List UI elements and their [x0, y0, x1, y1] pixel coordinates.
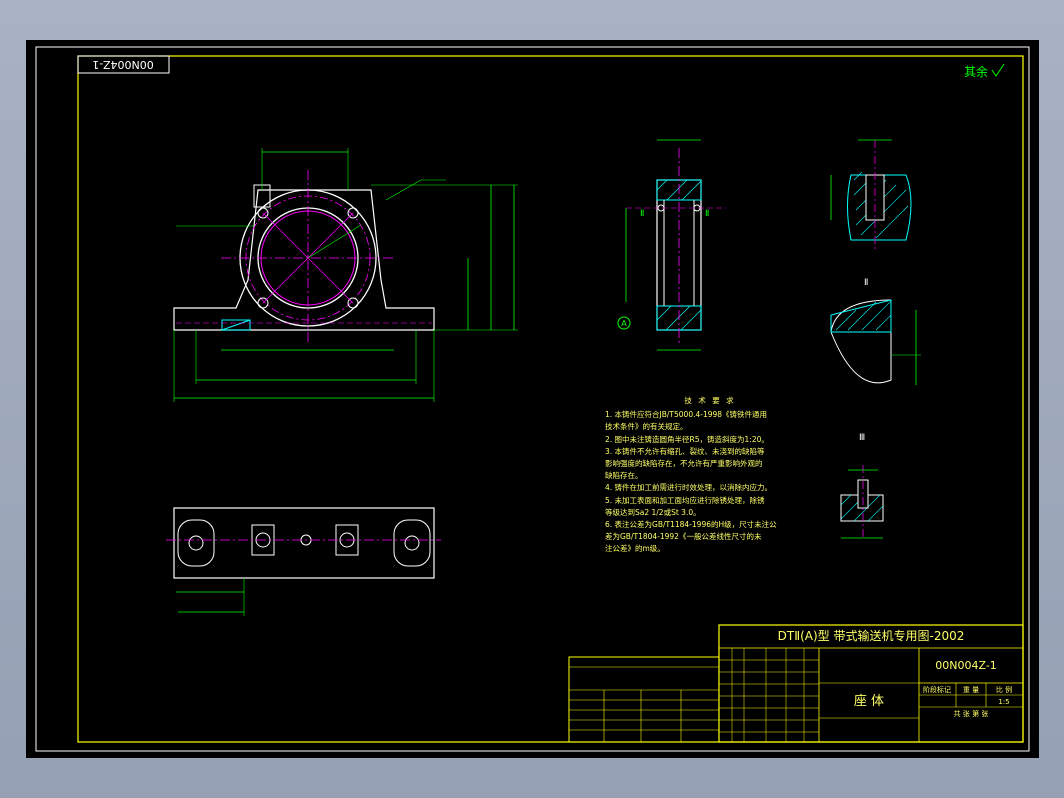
section-III-title: Ⅲ [859, 433, 865, 443]
tolerance-table [568, 656, 720, 743]
title-block: DTⅡ(A)型 带式输送机专用图-2002 00N004Z-1 座 体 阶段标记… [718, 624, 1024, 743]
roughness-symbol-icon [991, 63, 1005, 77]
requirement-line: 6. 表注公差为GB/T1184-1996的H级，尺寸未注公 [605, 520, 777, 530]
side-section: A Ⅱ Ⅱ [617, 139, 726, 351]
requirement-line: 5. 未加工表面和加工面均应进行除锈处理，除锈 [605, 495, 765, 505]
plan-outline [173, 507, 435, 579]
requirement-line: 4. 铸件在加工前需进行时效处理，以消除内应力。 [605, 483, 773, 493]
anchor-hole [188, 535, 204, 551]
sheet-outer-border [35, 46, 1030, 752]
series-title: DTⅡ(A)型 带式输送机专用图-2002 [778, 628, 965, 643]
detail-hole [865, 174, 885, 221]
section-II-title: Ⅱ [864, 278, 868, 288]
section-II-detail: Ⅱ [830, 278, 921, 385]
detail-top-right [830, 139, 912, 250]
part-name: 座 体 [854, 694, 884, 709]
weight-label: 重 量 [963, 686, 979, 694]
cad-viewport[interactable]: 00N004Z-1 其余 A Ⅱ Ⅱ Ⅱ Ⅲ DTⅡ(A)型 带式输送机专用图-… [26, 40, 1039, 758]
section-II-hatch [830, 299, 892, 333]
mirrored-drawing-no: 00N004Z-1 [92, 58, 154, 71]
plan-view [166, 507, 441, 616]
tolerance-table-border [568, 656, 720, 743]
scale-label: 比 例 [996, 685, 1012, 694]
technical-requirements-title: 技 术 要 求 [684, 396, 736, 405]
requirement-line: 注公差》的m级。 [605, 544, 665, 554]
section-mark-left: Ⅱ [640, 209, 644, 219]
hatch-line [221, 319, 251, 331]
requirement-line: 3. 本铸件不允许有缩孔、裂纹、未浇到的缺陷等 [605, 446, 765, 456]
section-II-hatch-lines [835, 300, 892, 331]
requirement-line: 2. 图中未注铸造圆角半径R5，铸造斜度为1:20。 [605, 434, 769, 444]
datum-label: A [621, 319, 627, 328]
section-mark-right: Ⅱ [705, 209, 709, 219]
technical-requirements: 技 术 要 求 1. 本铸件应符合JB/T5000.4-1998《铸铁件通用 技… [605, 395, 815, 556]
slot-right [393, 519, 431, 567]
drawing-number: 00N004Z-1 [935, 659, 997, 672]
scale-value: 1:5 [998, 698, 1009, 706]
requirement-line: 缺陷存在。 [605, 471, 643, 481]
front-view [173, 148, 518, 402]
anchor-hole [404, 535, 420, 551]
slot-left [177, 519, 215, 567]
stage-mark-label: 阶段标记 [923, 685, 951, 694]
leader-line [307, 224, 362, 259]
section-III-detail: Ⅲ [840, 433, 884, 540]
requirement-line: 差为GB/T1804-1992《一般公差线性尺寸的未 [605, 532, 762, 542]
requirement-line: 影响强度的缺陷存在，不允许有严重影响外观的 [605, 459, 763, 469]
cad-drawing: 00N004Z-1 其余 A Ⅱ Ⅱ Ⅱ Ⅲ DTⅡ(A)型 带式输送机专用图-… [35, 46, 1030, 752]
requirement-line: 等级达到Sa2 1/2或St 3.0。 [605, 507, 701, 517]
requirement-line: 技术条件》的有关规定。 [605, 422, 688, 432]
leader-line [385, 179, 422, 201]
sheet-count: 共 张 第 张 [954, 709, 989, 718]
surface-finish-note: 其余 [964, 64, 988, 79]
requirement-line: 1. 本铸件应符合JB/T5000.4-1998《铸铁件通用 [605, 410, 768, 420]
